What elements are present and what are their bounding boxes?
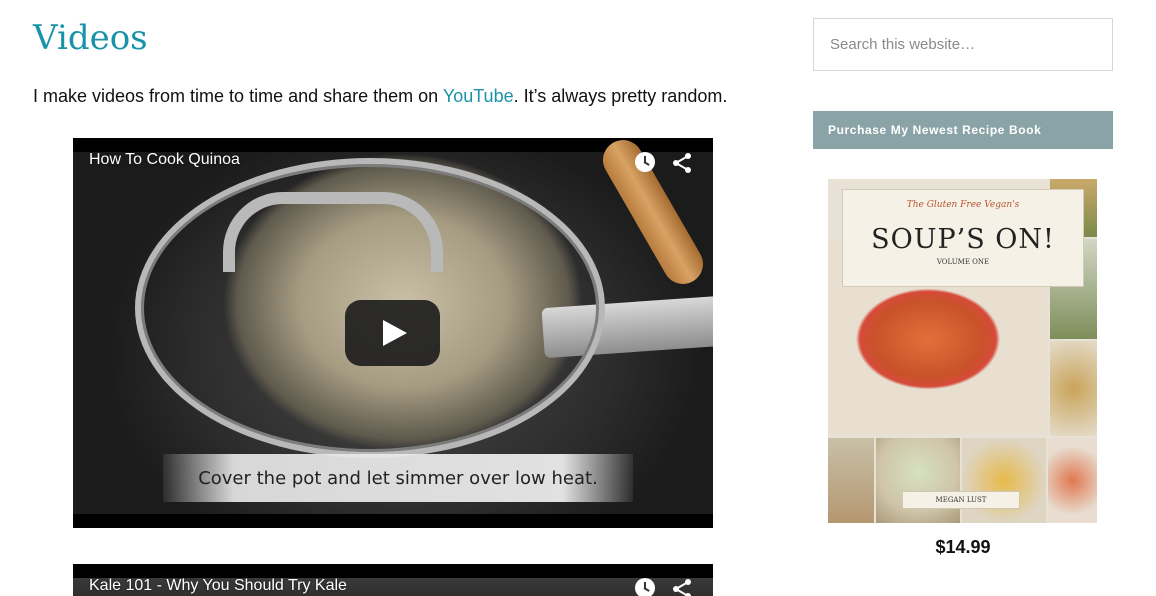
page-title: Videos [33,18,148,58]
book-title: SOUP’S ON! [871,224,1055,255]
youtube-link[interactable]: YouTube [443,86,514,106]
book-title-label: The Gluten Free Vegan's SOUP’S ON! VOLUM… [842,189,1084,287]
video-actions [635,578,693,596]
share-icon[interactable] [671,152,693,174]
search-input[interactable] [813,18,1113,71]
watch-later-icon[interactable] [635,152,655,172]
share-icon[interactable] [671,578,693,596]
video-caption: Cover the pot and let simmer over low he… [163,454,633,502]
cover-photo [1050,341,1097,436]
video-player-kale[interactable]: Kale 101 - Why You Should Try Kale [73,564,713,596]
cover-photo [1048,438,1097,523]
book-author: MEGAN LUST [902,491,1020,509]
book-price: $14.99 [935,537,991,557]
intro-text-start: I make videos from time to time and shar… [33,86,443,106]
watch-later-icon[interactable] [635,578,655,596]
video-actions [635,152,693,174]
book-subtitle: The Gluten Free Vegan's [906,200,1020,210]
widget-title: Purchase My Newest Recipe Book [813,111,1113,149]
video-player-quinoa[interactable]: Cover the pot and let simmer over low he… [73,138,713,528]
cover-photo [962,438,1046,523]
lid-handle-image [223,192,443,272]
book-volume: VOLUME ONE [936,258,990,266]
intro-text: I make videos from time to time and shar… [33,84,753,108]
book-cover[interactable]: The Gluten Free Vegan's SOUP’S ON! VOLUM… [828,179,1097,523]
video-title[interactable]: How To Cook Quinoa [89,151,240,169]
cover-photo [828,438,874,523]
cover-photo [876,438,960,523]
intro-text-end: . It’s always pretty random. [513,86,728,106]
video-title[interactable]: Kale 101 - Why You Should Try Kale [89,577,347,595]
play-button[interactable] [345,300,440,366]
